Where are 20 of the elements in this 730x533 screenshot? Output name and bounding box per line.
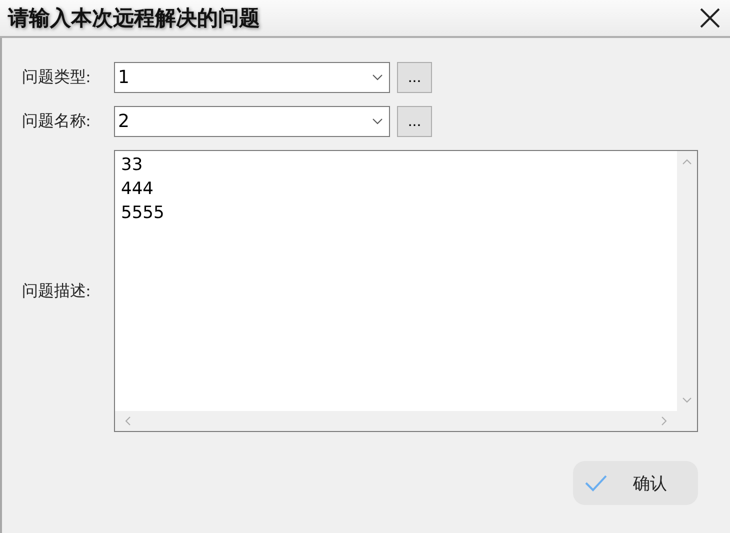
field-label: 问题名称: <box>22 112 92 132</box>
chevron-left-icon[interactable] <box>123 416 133 426</box>
checkmark-icon <box>585 474 607 492</box>
chevron-down-icon <box>372 118 383 125</box>
chevron-up-icon[interactable] <box>682 157 692 167</box>
chevron-down-icon <box>372 74 383 81</box>
field-label: 问题类型: <box>22 68 92 88</box>
confirm-button[interactable]: 确认 <box>573 461 698 505</box>
chevron-right-icon[interactable] <box>659 416 669 426</box>
description-field[interactable]: 33 444 5555 <box>114 150 698 432</box>
dropdown-field[interactable]: 2 <box>114 106 390 137</box>
browse-button[interactable]: ... <box>397 62 432 93</box>
close-icon[interactable] <box>699 7 721 29</box>
chevron-down-icon[interactable] <box>682 395 692 405</box>
horizontal-scrollbar[interactable] <box>115 411 697 431</box>
vertical-scrollbar[interactable] <box>677 151 697 411</box>
window-title: 请输入本次远程解决的问题 <box>8 5 260 32</box>
dropdown-field[interactable]: 1 <box>114 62 390 93</box>
browse-button[interactable]: ... <box>397 106 432 137</box>
field-label: 问题描述: <box>22 282 92 302</box>
